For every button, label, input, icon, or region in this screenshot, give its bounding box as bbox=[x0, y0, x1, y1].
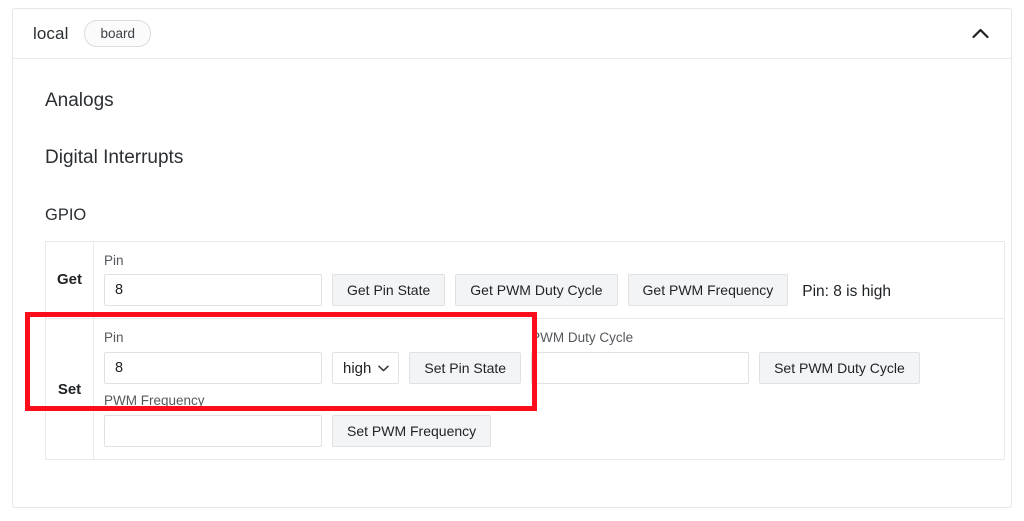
table-row-get: Get Pin Get Pin State Get PWM Duty Cycle… bbox=[46, 242, 1004, 320]
pwm-duty-cycle-label: PWM Duty Cycle bbox=[531, 331, 749, 346]
pwm-frequency-input[interactable] bbox=[104, 415, 322, 447]
get-pin-status-text: Pin: 8 is high bbox=[802, 283, 891, 301]
get-row-content: Pin Get Pin State Get PWM Duty Cycle Get… bbox=[94, 242, 1004, 319]
pwm-duty-cycle-field: PWM Duty Cycle bbox=[531, 331, 749, 384]
set-row-content: Pin high Set Pi bbox=[94, 319, 1004, 459]
get-pin-field: Pin bbox=[104, 254, 322, 307]
resource-type-badge: board bbox=[84, 20, 151, 47]
pin-state-select[interactable]: high bbox=[332, 352, 399, 384]
panel-body: Analogs Digital Interrupts GPIO Get Pin … bbox=[13, 59, 1011, 460]
panel-header[interactable]: local board bbox=[13, 9, 1011, 59]
set-pin-state-button[interactable]: Set Pin State bbox=[409, 352, 521, 384]
table-row-set: Set Pin high bbox=[46, 319, 1004, 459]
chevron-down-icon bbox=[378, 362, 389, 374]
section-heading-digital-interrupts: Digital Interrupts bbox=[45, 148, 991, 167]
section-heading-analogs: Analogs bbox=[45, 91, 991, 110]
get-pin-state-button[interactable]: Get Pin State bbox=[332, 274, 445, 306]
set-pwm-frequency-group: PWM Frequency Set PWM Frequency bbox=[104, 392, 501, 447]
get-pin-input[interactable] bbox=[104, 274, 322, 306]
set-pwm-duty-cycle-button[interactable]: Set PWM Duty Cycle bbox=[759, 352, 920, 384]
set-pin-field: Pin bbox=[104, 331, 322, 384]
get-pin-label: Pin bbox=[104, 254, 322, 269]
pin-state-select-value: high bbox=[343, 360, 371, 377]
get-pwm-duty-cycle-button[interactable]: Get PWM Duty Cycle bbox=[455, 274, 617, 306]
row-label-get: Get bbox=[46, 242, 94, 319]
board-panel: local board Analogs Digital Interrupts G… bbox=[12, 8, 1012, 508]
pwm-duty-cycle-input[interactable] bbox=[531, 352, 749, 384]
row-label-set: Set bbox=[46, 319, 94, 459]
set-controls-wrap: Pin high Set Pi bbox=[104, 329, 992, 447]
set-pin-label: Pin bbox=[104, 331, 322, 346]
set-pwm-duty-cycle-group: PWM Duty Cycle Set PWM Duty Cycle bbox=[531, 329, 930, 384]
panel-title: local bbox=[33, 24, 68, 44]
pwm-frequency-field: PWM Frequency bbox=[104, 394, 322, 447]
pwm-frequency-label: PWM Frequency bbox=[104, 394, 322, 409]
section-heading-gpio: GPIO bbox=[45, 207, 991, 224]
get-pwm-frequency-button[interactable]: Get PWM Frequency bbox=[628, 274, 789, 306]
set-pin-state-group: Pin high Set Pi bbox=[104, 329, 531, 384]
chevron-up-icon[interactable] bbox=[967, 21, 993, 47]
set-pin-input[interactable] bbox=[104, 352, 322, 384]
set-pwm-frequency-button[interactable]: Set PWM Frequency bbox=[332, 415, 491, 447]
gpio-table: Get Pin Get Pin State Get PWM Duty Cycle… bbox=[45, 241, 1005, 461]
